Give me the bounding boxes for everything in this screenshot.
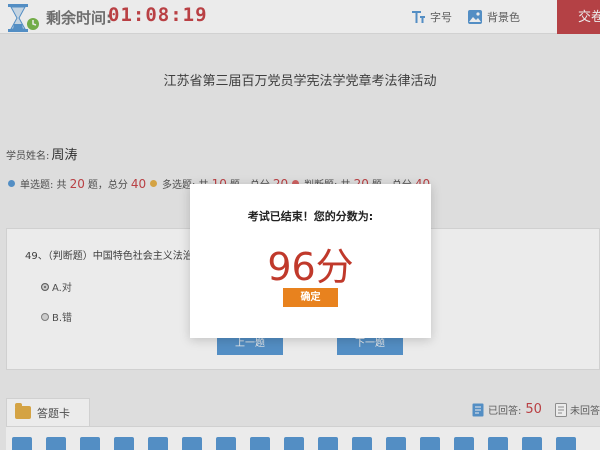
score-dialog: 考试已结束！您的分数为: 96分 确定 <box>190 184 431 338</box>
final-score: 96分 <box>267 245 354 289</box>
confirm-button[interactable]: 确定 <box>283 288 338 307</box>
exam-finished-message: 考试已结束！您的分数为: <box>247 210 374 223</box>
